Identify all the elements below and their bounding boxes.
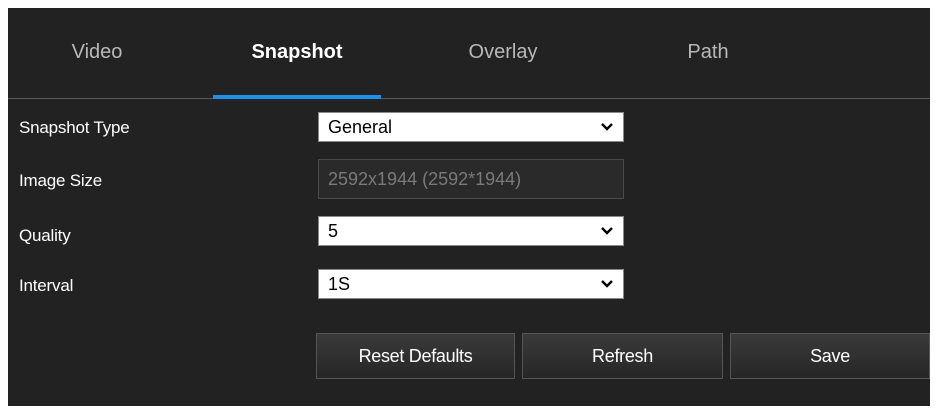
interval-value: 1S [328, 273, 351, 294]
interval-select[interactable]: 1S [318, 269, 624, 299]
active-tab-indicator [213, 95, 381, 99]
tab-snapshot[interactable]: Snapshot [213, 8, 381, 98]
chevron-down-icon [601, 227, 613, 235]
tab-label: Path [687, 41, 729, 63]
image-size-value: 2592x1944 (2592*1944) [328, 168, 522, 189]
image-size-label: Image Size [19, 171, 103, 190]
save-button[interactable]: Save [730, 333, 930, 379]
interval-label: Interval [19, 276, 74, 295]
tab-label: Snapshot [251, 41, 343, 63]
chevron-down-icon [601, 123, 613, 131]
chevron-down-icon [601, 280, 613, 288]
refresh-button[interactable]: Refresh [522, 333, 723, 379]
tab-overlay[interactable]: Overlay [428, 8, 578, 98]
tab-bar: Video Snapshot Overlay Path [8, 8, 930, 99]
tab-path[interactable]: Path [633, 8, 783, 98]
snapshot-type-select[interactable]: General [318, 112, 624, 142]
quality-value: 5 [328, 220, 339, 241]
snapshot-type-value: General [328, 116, 393, 137]
reset-defaults-label: Reset Defaults [358, 345, 473, 366]
reset-defaults-button[interactable]: Reset Defaults [316, 333, 515, 379]
tab-label: Video [71, 41, 123, 63]
tab-video[interactable]: Video [22, 8, 172, 98]
quality-label: Quality [19, 226, 71, 245]
tab-label: Overlay [468, 41, 538, 63]
refresh-label: Refresh [592, 345, 653, 366]
save-label: Save [810, 345, 850, 366]
snapshot-settings-panel: Video Snapshot Overlay Path Snapshot Typ… [8, 8, 930, 406]
snapshot-type-label: Snapshot Type [19, 118, 130, 137]
quality-select[interactable]: 5 [318, 216, 624, 246]
image-size-field: 2592x1944 (2592*1944) [318, 159, 624, 199]
